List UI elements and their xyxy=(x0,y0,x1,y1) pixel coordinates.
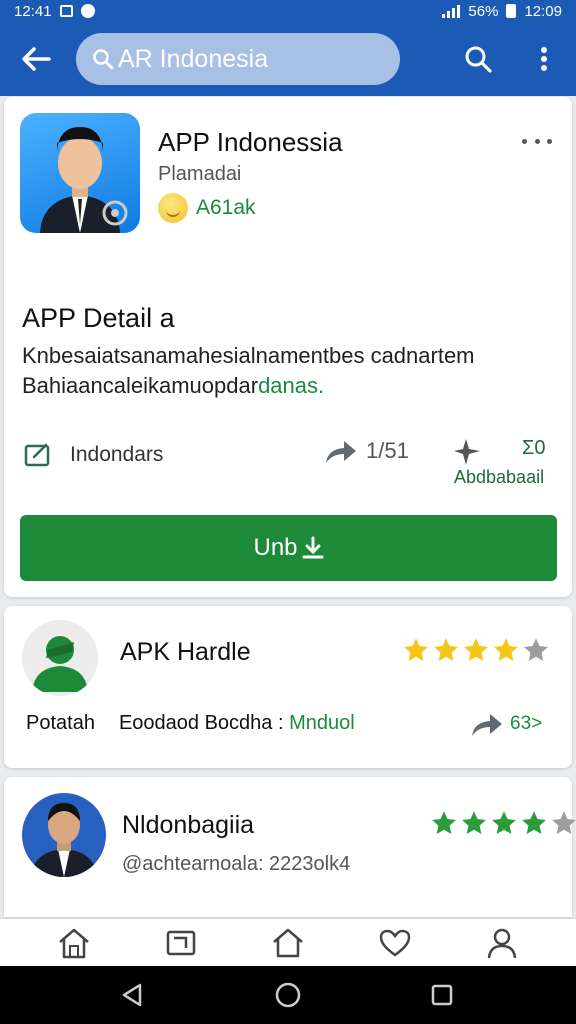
description-link[interactable]: danas. xyxy=(258,373,324,398)
share-count: 1/51 xyxy=(366,438,409,463)
app-subtitle: @achtearnoala: 2223olk4 xyxy=(122,853,351,875)
star-icon xyxy=(522,811,546,834)
battery-icon xyxy=(506,4,517,18)
person-icon xyxy=(488,928,517,958)
more-options-button[interactable] xyxy=(526,37,562,81)
circle-home-icon xyxy=(275,982,301,1008)
share-value: 63> xyxy=(510,713,543,734)
search-query: AR Indonesia xyxy=(118,44,269,73)
share-icon xyxy=(472,714,502,736)
app-title: Nldonbagiia xyxy=(122,811,255,839)
star-icon xyxy=(462,811,486,834)
rating-stars xyxy=(430,809,576,837)
more-vertical-icon xyxy=(541,47,547,71)
star-icon xyxy=(464,638,488,661)
signal-icon xyxy=(442,4,461,18)
share-button[interactable]: 63> xyxy=(470,710,542,738)
heart-icon xyxy=(379,929,411,957)
category-chip[interactable]: Indondars xyxy=(24,443,163,467)
downloads-link[interactable]: Abdbabaail xyxy=(454,467,544,488)
install-label: Unb xyxy=(253,534,298,561)
app-info: Eoodaod Bocdha : xyxy=(118,712,284,734)
tab-apps[interactable] xyxy=(264,921,312,965)
bottom-tab-bar xyxy=(0,918,576,966)
search-input[interactable]: AR Indonesia xyxy=(76,33,400,85)
dot-icon xyxy=(534,138,540,144)
star-icon xyxy=(404,638,428,661)
install-button[interactable]: Unb xyxy=(20,515,557,581)
smiley-icon xyxy=(158,193,188,223)
app-category: Potatah xyxy=(26,712,95,734)
home-icon xyxy=(273,928,303,957)
status-time-right: 12:09 xyxy=(524,2,562,20)
avatar xyxy=(22,793,106,877)
app-title: APK Hardle xyxy=(120,638,251,666)
share-button[interactable]: 1/51 xyxy=(324,437,409,465)
app-icon xyxy=(22,620,98,696)
status-time-left: 12:41 xyxy=(14,2,52,20)
triangle-back-icon xyxy=(122,983,142,1007)
nav-home-button[interactable] xyxy=(268,980,308,1010)
app-list-card[interactable]: APK Hardle Potatah Eoodaod Bocdha : Mndu… xyxy=(4,606,572,768)
search-icon xyxy=(93,49,114,70)
dot-icon xyxy=(522,138,527,144)
card-menu-button[interactable] xyxy=(522,131,552,151)
gallery-icon xyxy=(59,5,73,17)
app-icon xyxy=(20,113,140,233)
square-recents-icon xyxy=(431,984,453,1006)
download-icon xyxy=(302,536,324,559)
tab-home[interactable] xyxy=(50,921,98,965)
dot-icon xyxy=(547,138,552,144)
tab-account[interactable] xyxy=(478,921,526,965)
tab-library[interactable] xyxy=(157,921,205,965)
detail-description: Knbesaiatsanamahesialnamentbes cadnartem… xyxy=(22,341,562,401)
star-icon xyxy=(432,811,456,834)
app-bar: AR Indonesia xyxy=(0,22,576,96)
app-rating: A61ak xyxy=(158,193,256,223)
status-bar: 12:41 56% 12:09 xyxy=(0,0,576,22)
edit-box-icon xyxy=(24,443,50,467)
search-icon xyxy=(465,46,492,73)
star-icon xyxy=(494,638,518,661)
app-title: APP Indonessia xyxy=(158,127,343,157)
system-nav-bar xyxy=(0,966,576,1024)
notification-icon xyxy=(80,4,95,18)
app-detail-card: APP Indonessia Plamadai A61ak APP Detail… xyxy=(4,97,572,597)
tab-favorites[interactable] xyxy=(371,921,419,965)
developer-name[interactable]: Plamadai xyxy=(158,163,241,186)
star-icon xyxy=(552,811,576,834)
share-icon xyxy=(326,441,356,463)
star-icon xyxy=(492,811,516,834)
app-list-card[interactable]: Nldonbagiia @achtearnoala: 2223olk4 xyxy=(4,777,576,917)
search-button[interactable] xyxy=(456,37,500,81)
star-icon xyxy=(524,638,548,661)
rating-stars xyxy=(402,636,550,664)
category-label: Indondars xyxy=(70,443,164,466)
battery-percent: 56% xyxy=(468,2,499,20)
rating-text: A61ak xyxy=(196,196,256,219)
star-icon xyxy=(434,638,458,661)
nav-recents-button[interactable] xyxy=(422,980,462,1010)
description-line-1: Knbesaiatsanamahesialnamentbes cadnartem xyxy=(22,343,475,368)
back-arrow-icon[interactable] xyxy=(14,37,58,81)
app-info-link[interactable]: Mnduol xyxy=(289,712,355,734)
description-line-2: Bahiaancaleikamuopdar xyxy=(22,373,259,398)
library-icon xyxy=(166,930,196,955)
cc-label: Σ0 xyxy=(522,437,546,459)
home-icon xyxy=(58,928,89,958)
nav-back-button[interactable] xyxy=(112,980,152,1010)
detail-title: APP Detail a xyxy=(22,303,175,333)
sparkle-icon[interactable] xyxy=(452,437,486,467)
